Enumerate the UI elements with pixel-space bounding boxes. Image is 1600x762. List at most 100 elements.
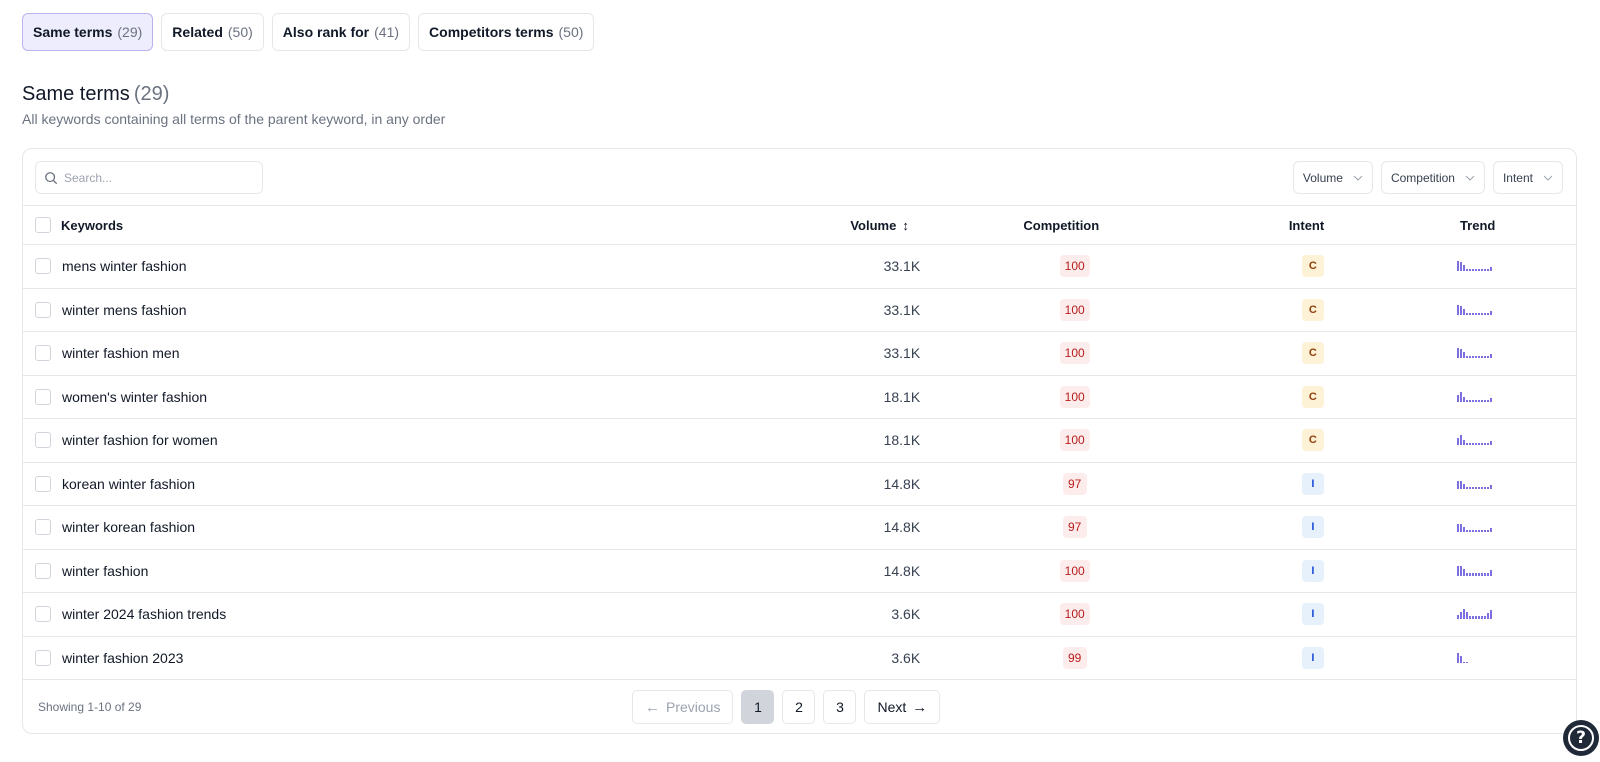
table-toolbar: Volume Competition Intent <box>23 149 1576 206</box>
table-row[interactable]: winter fashion men 33.1K 100 C <box>23 332 1576 376</box>
row-checkbox[interactable] <box>35 519 51 536</box>
trend-bar <box>1460 305 1463 315</box>
page-button-3[interactable]: 3 <box>823 690 857 724</box>
arrow-left-icon: ← <box>645 698 660 716</box>
volume-filter-dropdown[interactable]: Volume <box>1292 161 1373 194</box>
keyword-cell[interactable]: winter fashion 2023 <box>51 650 819 666</box>
trend-bar <box>1478 572 1481 576</box>
tab-also-rank-for[interactable]: Also rank for (41) <box>271 13 411 51</box>
intent-filter-dropdown[interactable]: Intent <box>1492 161 1563 194</box>
intent-badge: C <box>1301 385 1324 408</box>
tab-related[interactable]: Related (50) <box>161 13 264 51</box>
trend-bar <box>1457 394 1460 402</box>
row-checkbox[interactable] <box>35 388 51 405</box>
trend-sparkline <box>1457 391 1495 402</box>
trend-bar <box>1457 261 1460 272</box>
search-box[interactable] <box>35 161 263 194</box>
trend-bar <box>1463 568 1466 576</box>
table-row[interactable]: mens winter fashion 33.1K 100 C <box>23 245 1576 289</box>
table-row[interactable]: winter fashion 14.8K 100 I <box>23 550 1576 593</box>
search-icon <box>45 171 58 184</box>
intent-badge: I <box>1301 646 1324 669</box>
trend-bar <box>1472 530 1475 533</box>
trend-bar <box>1469 269 1472 272</box>
page-button-1[interactable]: 1 <box>741 690 775 724</box>
competition-cell: 100 <box>920 559 1229 582</box>
trend-bar <box>1481 616 1484 620</box>
section-title-text: Same terms <box>22 83 130 105</box>
page-button-2[interactable]: 2 <box>782 690 816 724</box>
trend-bar <box>1466 269 1469 272</box>
competition-cell: 100 <box>920 255 1229 278</box>
row-checkbox[interactable] <box>35 606 51 623</box>
keyword-cell[interactable]: winter fashion for women <box>51 432 819 448</box>
row-checkbox[interactable] <box>35 301 51 318</box>
trend-cell <box>1377 391 1576 402</box>
tab-count: (29) <box>117 24 143 40</box>
tab-same-terms[interactable]: Same terms (29) <box>22 13 154 51</box>
volume-column-header[interactable]: Volume ↕ <box>809 218 909 233</box>
keyword-cell[interactable]: winter fashion <box>51 563 819 579</box>
keyword-cell[interactable]: winter mens fashion <box>51 302 819 318</box>
keyword-cell[interactable]: winter fashion men <box>51 345 819 361</box>
trend-bar <box>1478 312 1481 315</box>
trend-bar <box>1490 397 1493 402</box>
keyword-cell[interactable]: winter 2024 fashion trends <box>51 606 819 622</box>
trend-bar <box>1478 530 1481 533</box>
intent-badge: C <box>1301 429 1324 452</box>
intent-cell: C <box>1229 342 1377 365</box>
keywords-table-card: Volume Competition Intent Keywords Volum… <box>22 148 1577 734</box>
trend-bar <box>1457 348 1460 359</box>
volume-cell: 3.6K <box>891 649 921 666</box>
trend-bar <box>1481 443 1484 446</box>
search-input[interactable] <box>64 170 244 185</box>
trend-bar <box>1478 486 1481 489</box>
trend-bar <box>1490 569 1493 576</box>
row-checkbox[interactable] <box>35 432 51 449</box>
trend-bar <box>1460 655 1463 663</box>
next-page-button[interactable]: Next → <box>864 690 941 724</box>
table-row[interactable]: korean winter fashion 14.8K 97 I <box>23 463 1576 506</box>
table-row[interactable]: winter 2024 fashion trends 3.6K 100 I <box>23 593 1576 637</box>
intent-cell: C <box>1229 429 1377 452</box>
row-checkbox[interactable] <box>35 345 51 362</box>
trend-bar <box>1466 612 1469 620</box>
select-all-checkbox[interactable] <box>35 217 51 233</box>
keyword-cell[interactable]: women's winter fashion <box>51 389 819 405</box>
trend-bar <box>1460 435 1463 446</box>
table-row[interactable]: winter fashion 2023 3.6K 99 I <box>23 637 1576 680</box>
table-row[interactable]: winter mens fashion 33.1K 100 C <box>23 289 1576 332</box>
trend-bar <box>1478 443 1481 446</box>
help-button[interactable]: ? <box>1563 720 1599 756</box>
competition-cell: 100 <box>920 385 1229 408</box>
trend-cell <box>1377 435 1576 446</box>
trend-bar <box>1484 269 1487 272</box>
trend-bar <box>1481 356 1484 359</box>
row-checkbox[interactable] <box>35 258 51 275</box>
row-checkbox[interactable] <box>35 562 51 579</box>
table-row[interactable]: winter korean fashion 14.8K 97 I <box>23 506 1576 550</box>
row-checkbox[interactable] <box>35 649 51 666</box>
competition-filter-dropdown[interactable]: Competition <box>1380 161 1485 194</box>
intent-cell: C <box>1229 298 1377 321</box>
keywords-column-header: Keywords <box>61 217 124 233</box>
trend-bar <box>1469 399 1472 402</box>
trend-cell <box>1377 652 1576 663</box>
competition-badge: 99 <box>1062 646 1087 669</box>
trend-bar <box>1463 396 1466 402</box>
trend-bar <box>1490 354 1493 359</box>
competition-cell: 97 <box>920 472 1229 495</box>
previous-page-button[interactable]: ← Previous <box>632 690 734 724</box>
trend-bar <box>1487 613 1490 620</box>
trend-bar <box>1463 661 1466 663</box>
table-row[interactable]: women's winter fashion 18.1K 100 C <box>23 376 1576 419</box>
intent-badge: C <box>1301 255 1324 278</box>
table-row[interactable]: winter fashion for women 18.1K 100 C <box>23 419 1576 463</box>
keyword-cell[interactable]: mens winter fashion <box>51 258 819 274</box>
tab-competitors-terms[interactable]: Competitors terms (50) <box>418 13 595 51</box>
row-checkbox[interactable] <box>35 475 51 492</box>
next-label: Next <box>877 699 907 715</box>
keyword-cell[interactable]: korean winter fashion <box>51 476 819 492</box>
keyword-cell[interactable]: winter korean fashion <box>51 519 819 535</box>
trend-bar <box>1457 615 1460 620</box>
